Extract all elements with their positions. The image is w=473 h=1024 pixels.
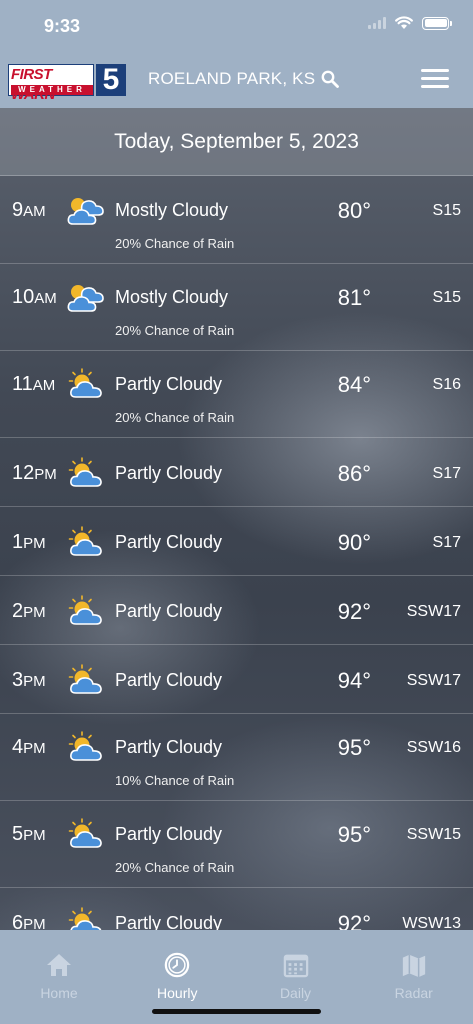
- tab-hourly[interactable]: Hourly: [118, 930, 236, 1005]
- hour-time: 11AM: [12, 373, 56, 395]
- rain-chance: 10% Chance of Rain: [115, 773, 235, 788]
- home-icon: [45, 952, 73, 985]
- condition-text: Partly Cloudy: [115, 824, 223, 844]
- temperature: 92°: [337, 911, 371, 930]
- hour-time: 4PM: [12, 736, 46, 758]
- tab-label: Hourly: [157, 985, 198, 1001]
- wind: WSW13: [402, 915, 461, 930]
- wind: S16: [432, 376, 461, 393]
- hour-time: 5PM: [12, 823, 46, 845]
- location-search[interactable]: ROELAND PARK, KS: [148, 69, 340, 89]
- rain-chance: 20% Chance of Rain: [115, 860, 235, 875]
- hour-row[interactable]: 4PM Partly Cloudy 10% Chance of Rain 95° SSW…: [0, 714, 473, 801]
- temperature: 95°: [337, 822, 371, 847]
- wind: SSW17: [406, 603, 461, 620]
- temperature: 84°: [337, 372, 371, 397]
- status-time: 9:33: [44, 16, 81, 36]
- condition-text: Partly Cloudy: [115, 601, 223, 621]
- temperature: 86°: [337, 461, 371, 486]
- station-logo[interactable]: FIRST WARN WEATHER 5: [8, 64, 126, 103]
- tab-home[interactable]: Home: [0, 930, 118, 1005]
- hour-time: 1PM: [12, 531, 46, 553]
- rain-chance: 20% Chance of Rain: [115, 323, 235, 338]
- search-icon: [321, 70, 340, 88]
- wind: S17: [432, 534, 461, 551]
- partly-cloudy-icon: [67, 526, 105, 558]
- cellular-signal-icon: [368, 17, 386, 29]
- mostly-cloudy-icon: [67, 194, 105, 226]
- temperature: 90°: [337, 530, 371, 555]
- temperature: 92°: [337, 599, 371, 624]
- hour-row[interactable]: 10AM Mostly Cloudy 20% Chance of Rain 81° S1…: [0, 264, 473, 351]
- location-label: ROELAND PARK, KS: [148, 69, 316, 88]
- status-icons: [368, 16, 452, 30]
- wind: SSW16: [406, 739, 461, 756]
- home-indicator: [152, 1009, 321, 1014]
- calendar-icon: [282, 952, 310, 985]
- hour-time: 10AM: [12, 286, 57, 308]
- temperature: 94°: [337, 668, 371, 693]
- hour-time: 3PM: [12, 669, 46, 691]
- hour-row[interactable]: 2PM Partly Cloudy 92° SSW17: [0, 576, 473, 645]
- partly-cloudy-icon: [67, 664, 105, 696]
- temperature: 81°: [337, 285, 371, 310]
- condition-text: Partly Cloudy: [115, 463, 223, 483]
- condition-text: Partly Cloudy: [115, 737, 223, 757]
- hour-row[interactable]: 5PM Partly Cloudy 20% Chance of Rain 95° SSW…: [0, 801, 473, 888]
- partly-cloudy-icon: [67, 818, 105, 850]
- hourly-forecast-list[interactable]: 9AM Mostly Cloudy 20% Chance of Rain 80° S15…: [0, 177, 473, 930]
- tab-label: Daily: [279, 985, 312, 1001]
- partly-cloudy-icon: [67, 595, 105, 627]
- condition-text: Partly Cloudy: [115, 670, 223, 690]
- wind: S15: [432, 289, 461, 306]
- hour-row[interactable]: 12PM Partly Cloudy 86° S17: [0, 438, 473, 507]
- wifi-icon: [395, 16, 413, 29]
- wind: SSW17: [406, 672, 461, 689]
- hour-time: 6PM: [12, 912, 46, 930]
- wind: SSW15: [406, 826, 461, 843]
- hamburger-menu-icon[interactable]: [421, 69, 449, 89]
- temperature: 80°: [337, 198, 371, 223]
- tab-radar[interactable]: Radar: [355, 930, 473, 1005]
- condition-text: Partly Cloudy: [115, 532, 223, 552]
- wind: S17: [432, 465, 461, 482]
- battery-icon: [422, 16, 452, 30]
- hour-row[interactable]: 6PM Partly Cloudy 92° WSW13: [0, 888, 473, 930]
- map-icon: [400, 952, 428, 985]
- hour-row[interactable]: 1PM Partly Cloudy 90° S17: [0, 507, 473, 576]
- condition-text: Mostly Cloudy: [115, 287, 229, 307]
- hour-row[interactable]: 9AM Mostly Cloudy 20% Chance of Rain 80° S15: [0, 177, 473, 264]
- condition-text: Mostly Cloudy: [115, 200, 229, 220]
- partly-cloudy-icon: [67, 731, 105, 763]
- partly-cloudy-icon: [67, 457, 105, 489]
- hour-row[interactable]: 3PM Partly Cloudy 94° SSW17: [0, 645, 473, 714]
- header: 9:33 FIRST WARN WEATHER 5 ROELAND PARK, …: [0, 0, 473, 108]
- condition-text: Partly Cloudy: [115, 374, 223, 394]
- tab-label: Radar: [394, 985, 433, 1001]
- partly-cloudy-icon: [67, 907, 105, 930]
- wind: S15: [432, 202, 461, 219]
- hour-time: 12PM: [12, 462, 57, 484]
- hour-row[interactable]: 11AM Partly Cloudy 20% Chance of Rain 84° S1…: [0, 351, 473, 438]
- clock-icon: [163, 952, 191, 985]
- rain-chance: 20% Chance of Rain: [115, 236, 235, 251]
- hour-time: 2PM: [12, 600, 46, 622]
- condition-text: Partly Cloudy: [115, 913, 223, 930]
- hour-time: 9AM: [12, 199, 46, 221]
- rain-chance: 20% Chance of Rain: [115, 410, 235, 425]
- temperature: 95°: [337, 735, 371, 760]
- date-banner: Today, September 5, 2023: [0, 108, 473, 176]
- partly-cloudy-icon: [67, 368, 105, 400]
- tab-daily[interactable]: Daily: [237, 930, 355, 1005]
- mostly-cloudy-icon: [67, 281, 105, 313]
- tab-label: Home: [40, 985, 78, 1001]
